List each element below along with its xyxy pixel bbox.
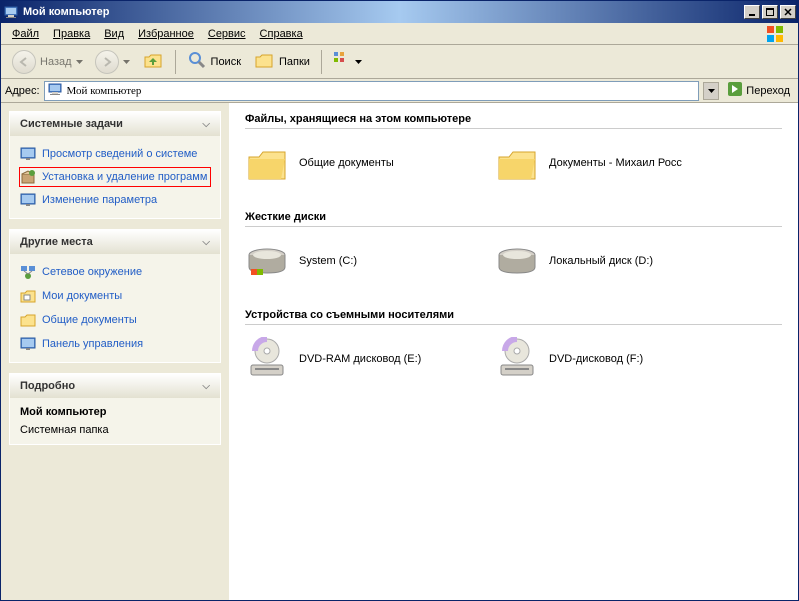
panel-header-other[interactable]: Другие места ⌵ xyxy=(10,230,220,254)
task-view-system-info[interactable]: Просмотр сведений о системе xyxy=(20,144,210,164)
panel-details: Подробно ⌵ Мой компьютер Системная папка xyxy=(9,373,221,445)
collapse-icon: ⌵ xyxy=(202,119,210,130)
window-title: Мой компьютер xyxy=(23,6,744,18)
maximize-button[interactable] xyxy=(762,5,778,19)
search-icon xyxy=(187,50,207,73)
address-input[interactable] xyxy=(67,85,697,97)
up-button[interactable] xyxy=(137,46,169,77)
link-shared-documents[interactable]: Общие документы xyxy=(20,310,210,330)
optical-drive-icon xyxy=(245,337,289,381)
link-my-documents[interactable]: Мои документы xyxy=(20,286,210,306)
item-drive-d[interactable]: Локальный диск (D:) xyxy=(495,239,715,283)
go-button[interactable]: Переход xyxy=(723,79,794,102)
folder-shared-icon xyxy=(20,312,36,328)
window-controls xyxy=(744,5,796,19)
toolbar-separator xyxy=(175,50,176,74)
forward-button[interactable] xyxy=(90,47,135,77)
panel-header-details[interactable]: Подробно ⌵ xyxy=(10,374,220,398)
go-icon xyxy=(727,81,743,100)
forward-icon xyxy=(95,50,119,74)
menu-favorites[interactable]: Избранное xyxy=(131,26,201,42)
address-dropdown-button[interactable] xyxy=(703,82,719,100)
group-header-removable: Устройства со съемными носителями xyxy=(245,309,782,325)
views-icon xyxy=(333,51,351,72)
group-header-files: Файлы, хранящиеся на этом компьютере xyxy=(245,113,782,129)
search-button[interactable]: Поиск xyxy=(182,47,246,76)
folders-icon xyxy=(253,49,275,74)
menu-help[interactable]: Справка xyxy=(253,26,310,42)
panel-other-places: Другие места ⌵ Сетевое окружение Мои док… xyxy=(9,229,221,363)
menu-service[interactable]: Сервис xyxy=(201,26,253,42)
panel-header-system[interactable]: Системные задачи ⌵ xyxy=(10,112,220,136)
chevron-down-icon xyxy=(355,60,362,64)
menu-file[interactable]: Файл xyxy=(5,26,46,42)
item-user-documents[interactable]: Документы - Михаил Росс xyxy=(495,141,715,185)
back-icon xyxy=(12,50,36,74)
address-input-container[interactable] xyxy=(44,81,700,101)
link-network-places[interactable]: Сетевое окружение xyxy=(20,262,210,282)
addressbar: Адрес: Переход xyxy=(1,79,798,103)
my-computer-icon xyxy=(3,4,19,20)
chevron-down-icon xyxy=(76,60,83,64)
toolbar-separator xyxy=(321,50,322,74)
menu-view[interactable]: Вид xyxy=(97,26,131,42)
main-content: Файлы, хранящиеся на этом компьютере Общ… xyxy=(229,103,798,600)
item-shared-documents[interactable]: Общие документы xyxy=(245,141,465,185)
sidebar: Системные задачи ⌵ Просмотр сведений о с… xyxy=(1,103,229,600)
back-button[interactable]: Назад xyxy=(7,47,88,77)
my-computer-icon xyxy=(47,81,63,100)
minimize-button[interactable] xyxy=(744,5,760,19)
control-panel-icon xyxy=(20,336,36,352)
folders-button[interactable]: Папки xyxy=(248,46,315,77)
toolbar: Назад Поиск Папки xyxy=(1,45,798,79)
task-change-setting[interactable]: Изменение параметра xyxy=(20,190,210,210)
folder-icon xyxy=(245,141,289,185)
network-icon xyxy=(20,264,36,280)
collapse-icon: ⌵ xyxy=(202,237,210,248)
hard-drive-icon xyxy=(245,239,289,283)
item-dvd-ram-e[interactable]: DVD-RAM дисковод (E:) xyxy=(245,337,465,381)
titlebar: Мой компьютер xyxy=(1,1,798,23)
details-heading: Мой компьютер xyxy=(20,406,210,418)
group-header-disks: Жесткие диски xyxy=(245,211,782,227)
collapse-icon: ⌵ xyxy=(202,381,210,392)
monitor-info-icon xyxy=(20,146,36,162)
hard-drive-icon xyxy=(495,239,539,283)
package-icon xyxy=(20,169,36,185)
folder-up-icon xyxy=(142,49,164,74)
details-subtext: Системная папка xyxy=(20,424,210,436)
address-label: Адрес: xyxy=(5,85,40,97)
optical-drive-icon xyxy=(495,337,539,381)
folder-icon xyxy=(495,141,539,185)
views-button[interactable] xyxy=(328,48,367,75)
windows-logo-icon xyxy=(756,25,794,43)
close-button[interactable] xyxy=(780,5,796,19)
menu-edit[interactable]: Правка xyxy=(46,26,97,42)
chevron-down-icon xyxy=(123,60,130,64)
monitor-gear-icon xyxy=(20,192,36,208)
task-add-remove-programs[interactable]: Установка и удаление программ xyxy=(19,167,211,187)
menubar: Файл Правка Вид Избранное Сервис Справка xyxy=(1,23,798,45)
link-control-panel[interactable]: Панель управления xyxy=(20,334,210,354)
folder-documents-icon xyxy=(20,288,36,304)
item-dvd-f[interactable]: DVD-дисковод (F:) xyxy=(495,337,715,381)
panel-system-tasks: Системные задачи ⌵ Просмотр сведений о с… xyxy=(9,111,221,219)
item-drive-c[interactable]: System (C:) xyxy=(245,239,465,283)
